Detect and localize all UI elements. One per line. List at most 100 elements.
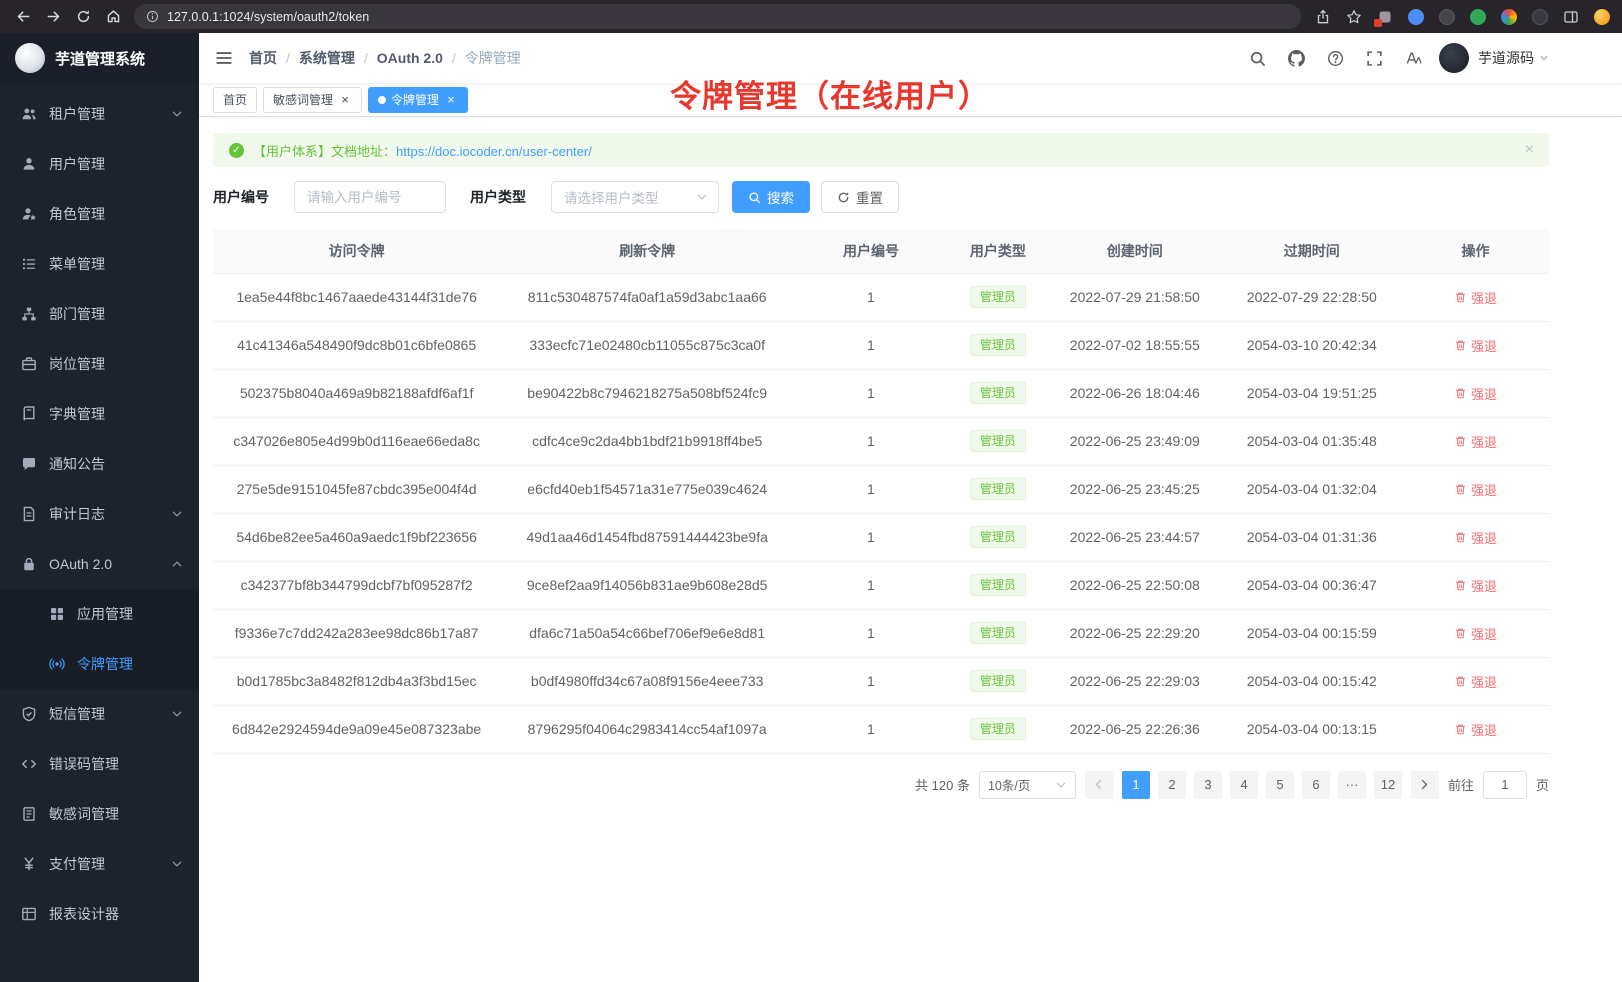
sidebar-item[interactable]: 部门管理 xyxy=(0,289,199,339)
user-id-input[interactable] xyxy=(294,181,446,213)
force-logout-button[interactable]: 强退 xyxy=(1454,720,1497,739)
pager-prev-button[interactable] xyxy=(1085,771,1113,799)
sidebar-item[interactable]: 错误码管理 xyxy=(0,739,199,789)
app-logo[interactable]: 芋道管理系统 xyxy=(0,33,199,83)
info-icon xyxy=(146,10,159,23)
breadcrumb-separator: / xyxy=(364,50,368,66)
breadcrumb-item[interactable]: 首页 xyxy=(249,48,277,68)
home-button[interactable] xyxy=(100,4,126,30)
sidebar-item[interactable]: OAuth 2.0 xyxy=(0,539,199,589)
split-view-icon[interactable] xyxy=(1561,7,1581,27)
search-icon[interactable] xyxy=(1246,47,1268,69)
tab-close-icon[interactable]: × xyxy=(338,93,352,107)
force-logout-button[interactable]: 强退 xyxy=(1454,576,1497,595)
sidebar-item[interactable]: 菜单管理 xyxy=(0,239,199,289)
extension-dark-icon[interactable] xyxy=(1437,7,1457,27)
force-logout-button[interactable]: 强退 xyxy=(1454,384,1497,403)
user-type-badge: 管理员 xyxy=(970,286,1026,308)
extension-blue-icon[interactable] xyxy=(1406,7,1426,27)
sidebar-item[interactable]: 字典管理 xyxy=(0,389,199,439)
sidebar-item[interactable]: 通知公告 xyxy=(0,439,199,489)
report-icon xyxy=(20,906,37,922)
pager-page-button[interactable]: 2 xyxy=(1158,771,1186,799)
search-button[interactable]: 搜索 xyxy=(732,181,810,213)
sensitive-icon xyxy=(20,806,37,822)
user-id-cell: 1 xyxy=(794,561,948,609)
font-size-icon[interactable] xyxy=(1402,47,1424,69)
action-cell: 强退 xyxy=(1402,561,1549,609)
pager-next-button[interactable] xyxy=(1411,771,1439,799)
menu-fold-icon[interactable] xyxy=(215,49,233,67)
sidebar-item[interactable]: 用户管理 xyxy=(0,139,199,189)
column-header: 创建时间 xyxy=(1048,229,1222,273)
tab-close-icon[interactable]: × xyxy=(444,93,458,107)
sidebar-item[interactable]: 岗位管理 xyxy=(0,339,199,389)
pager-page-button[interactable]: 3 xyxy=(1194,771,1222,799)
tab-item[interactable]: 敏感词管理× xyxy=(263,87,362,113)
pager-more-button[interactable]: ··· xyxy=(1338,771,1366,799)
profile-avatar-icon[interactable] xyxy=(1592,7,1612,27)
extension-green-icon[interactable] xyxy=(1468,7,1488,27)
sidebar-item[interactable]: 令牌管理 xyxy=(0,639,199,689)
share-icon[interactable] xyxy=(1313,7,1333,27)
breadcrumb-item[interactable]: OAuth 2.0 xyxy=(377,50,443,66)
pager-page-button[interactable]: 5 xyxy=(1266,771,1294,799)
sidebar-item[interactable]: 应用管理 xyxy=(0,589,199,639)
force-logout-button[interactable]: 强退 xyxy=(1454,624,1497,643)
force-logout-button[interactable]: 强退 xyxy=(1454,336,1497,355)
table-row: f9336e7c7dd242a283ee98dc86b17a87dfa6c71a… xyxy=(213,609,1549,657)
fullscreen-icon[interactable] xyxy=(1363,47,1385,69)
pager-page-button[interactable]: 12 xyxy=(1374,771,1402,799)
action-cell: 强退 xyxy=(1402,273,1549,321)
alert-close-icon[interactable]: × xyxy=(1525,141,1534,159)
refresh-button[interactable] xyxy=(70,4,96,30)
question-icon[interactable] xyxy=(1324,47,1346,69)
sidebar-item[interactable]: 短信管理 xyxy=(0,689,199,739)
user-avatar[interactable] xyxy=(1439,43,1469,73)
extensions-icon[interactable] xyxy=(1375,7,1395,27)
force-logout-button[interactable]: 强退 xyxy=(1454,672,1497,691)
pager-page-button[interactable]: 6 xyxy=(1302,771,1330,799)
sidebar-item[interactable]: 审计日志 xyxy=(0,489,199,539)
bookmark-star-icon[interactable] xyxy=(1344,7,1364,27)
sidebar-item[interactable]: 报表设计器 xyxy=(0,889,199,939)
action-cell: 强退 xyxy=(1402,657,1549,705)
sidebar-item[interactable]: 敏感词管理 xyxy=(0,789,199,839)
sidebar-item-label: 错误码管理 xyxy=(49,754,119,774)
extension-paw-icon[interactable] xyxy=(1530,7,1550,27)
extension-colorful-icon[interactable] xyxy=(1499,7,1519,27)
doc-link[interactable]: https://doc.iocoder.cn/user-center/ xyxy=(396,144,592,159)
delete-icon xyxy=(1454,339,1467,352)
breadcrumb-separator: / xyxy=(286,50,290,66)
search-button-label: 搜索 xyxy=(767,187,794,207)
user-type-cell: 管理员 xyxy=(948,705,1048,753)
chevron-right-icon xyxy=(1418,778,1431,791)
force-logout-button[interactable]: 强退 xyxy=(1454,432,1497,451)
page-size-select[interactable]: 10条/页 xyxy=(979,771,1076,799)
force-logout-button[interactable]: 强退 xyxy=(1454,288,1497,307)
github-icon[interactable] xyxy=(1285,47,1307,69)
user-type-cell: 管理员 xyxy=(948,561,1048,609)
table-row: 41c41346a548490f9dc8b01c6bfe0865333ecfc7… xyxy=(213,321,1549,369)
sidebar-item[interactable]: 角色管理 xyxy=(0,189,199,239)
sidebar-item[interactable]: 租户管理 xyxy=(0,89,199,139)
address-bar[interactable]: 127.0.0.1:1024/system/oauth2/token xyxy=(134,4,1301,29)
tab-item[interactable]: 令牌管理× xyxy=(368,87,468,113)
user-type-select[interactable]: 请选择用户类型 xyxy=(551,181,719,213)
post-icon xyxy=(20,356,37,372)
tab-item[interactable]: 首页 xyxy=(213,87,257,113)
sidebar-item[interactable]: 支付管理 xyxy=(0,839,199,889)
pager-page-button[interactable]: 1 xyxy=(1122,771,1150,799)
back-button[interactable] xyxy=(10,4,36,30)
sidebar-item-label: 报表设计器 xyxy=(49,904,119,924)
breadcrumb-item[interactable]: 系统管理 xyxy=(299,48,355,68)
force-logout-button[interactable]: 强退 xyxy=(1454,528,1497,547)
reset-button[interactable]: 重置 xyxy=(821,181,899,213)
pager-page-button[interactable]: 4 xyxy=(1230,771,1258,799)
forward-button[interactable] xyxy=(40,4,66,30)
goto-page-input[interactable] xyxy=(1483,771,1527,799)
user-name[interactable]: 芋道源码 xyxy=(1478,48,1534,68)
column-header: 操作 xyxy=(1402,229,1549,273)
force-logout-button[interactable]: 强退 xyxy=(1454,480,1497,499)
sidebar-item-label: 岗位管理 xyxy=(49,354,105,374)
